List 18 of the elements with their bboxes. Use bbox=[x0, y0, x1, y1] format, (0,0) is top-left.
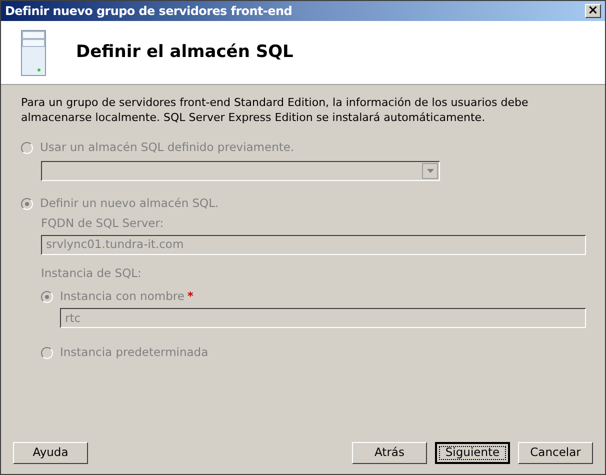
close-button[interactable]: × bbox=[585, 4, 601, 18]
dialog-button[interactable]: Ayuda bbox=[13, 442, 88, 464]
dialog-button[interactable]: Cancelar bbox=[518, 442, 593, 464]
page-heading: Definir el almacén SQL bbox=[76, 40, 294, 64]
dialog-button[interactable]: Siguiente bbox=[435, 442, 510, 464]
option-label: Instancia con nombre bbox=[60, 288, 184, 305]
section-label: Instancia de SQL: bbox=[41, 264, 142, 282]
required-mark: * bbox=[187, 288, 194, 305]
description-text: Para un grupo de servidores front-end Standard Edition, la información de los usuarios debe almacenarse localmente. SQL Server Express Edition se instalará automáticamente. bbox=[21, 95, 530, 125]
option-label: Instancia predeterminada bbox=[60, 344, 208, 362]
server-icon bbox=[21, 30, 46, 76]
dialog-button[interactable]: Atrás bbox=[352, 442, 427, 464]
window-title: Definir nuevo grupo de servidores front-end bbox=[5, 3, 292, 20]
option-label: Usar un almacén SQL definido previamente. bbox=[40, 139, 294, 156]
field-label: FQDN de SQL Server: bbox=[41, 214, 165, 232]
dropdown[interactable] bbox=[41, 161, 440, 182]
caret-icon bbox=[422, 163, 438, 180]
option-label: Definir un nuevo almacén SQL. bbox=[40, 195, 219, 212]
